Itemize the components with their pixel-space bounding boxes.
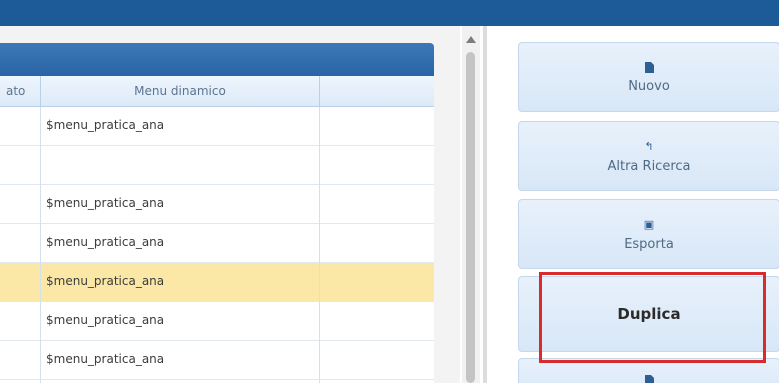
scroll-up-arrow-icon[interactable]	[466, 36, 476, 43]
menu-dinamico-cell: $menu_pratica_ana	[46, 313, 165, 327]
grid-panel: ato Menu dinamico $menu_pratica_ana $men…	[0, 26, 460, 383]
actions-panel: Nuovo ↰ Altra Ricerca ▣ Esporta Duplica	[487, 26, 779, 383]
top-bar	[0, 0, 779, 26]
next-action-button[interactable]	[518, 358, 779, 383]
menu-dinamico-cell: $menu_pratica_ana	[46, 118, 165, 132]
table-row[interactable]	[0, 146, 434, 185]
vertical-scrollbar[interactable]	[462, 26, 480, 383]
column-header-menu-dinamico[interactable]: Menu dinamico	[41, 76, 319, 106]
grid-header: ato Menu dinamico	[0, 76, 434, 107]
altra-ricerca-button[interactable]: ↰ Altra Ricerca	[518, 121, 779, 191]
grid-body: $menu_pratica_ana $menu_pratica_ana $men…	[0, 107, 434, 383]
column-separator[interactable]	[319, 76, 320, 106]
save-icon: ▣	[643, 218, 655, 231]
column-header-stato[interactable]: ato	[6, 76, 40, 106]
altra-ricerca-button-label: Altra Ricerca	[607, 159, 691, 174]
nuovo-button-label: Nuovo	[628, 79, 670, 94]
table-row[interactable]: $menu_pratica_ana	[0, 224, 434, 263]
document-icon	[644, 62, 654, 73]
column-line	[319, 107, 320, 383]
menu-dinamico-cell: $menu_pratica_ana	[46, 274, 165, 288]
grid-title-bar	[0, 43, 434, 76]
esporta-button-label: Esporta	[624, 237, 674, 252]
table-row-selected[interactable]: $menu_pratica_ana	[0, 263, 434, 302]
menu-dinamico-cell: $menu_pratica_ana	[46, 352, 165, 366]
column-line	[40, 107, 41, 383]
table-row[interactable]: $menu_pratica_ana	[0, 341, 434, 380]
undo-arrow-icon: ↰	[644, 140, 654, 153]
duplica-button-label: Duplica	[617, 305, 681, 323]
document-icon	[644, 375, 654, 383]
table-row[interactable]: $menu_pratica_ana	[0, 107, 434, 146]
table-row[interactable]: $menu_pratica_ana	[0, 185, 434, 224]
scroll-thumb[interactable]	[466, 52, 475, 383]
menu-dinamico-cell: $menu_pratica_ana	[46, 235, 165, 249]
esporta-button[interactable]: ▣ Esporta	[518, 199, 779, 269]
nuovo-button[interactable]: Nuovo	[518, 42, 779, 112]
duplica-button[interactable]: Duplica	[518, 276, 779, 352]
menu-dinamico-cell: $menu_pratica_ana	[46, 196, 165, 210]
table-row[interactable]: $menu_pratica_ana	[0, 302, 434, 341]
